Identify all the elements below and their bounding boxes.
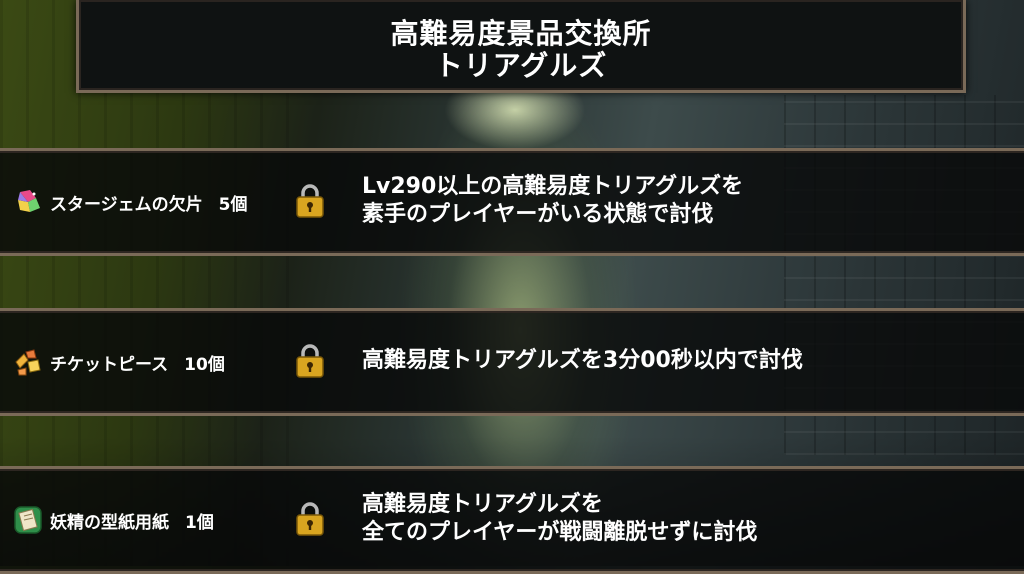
ticket-piece-icon (15, 349, 41, 376)
reward-count: 1個 (185, 512, 214, 533)
reward-row[interactable]: 妖精の型紙用紙 1個 高難易度トリアグルズを 全てのプレイヤーが戦闘離脱せずに討… (0, 466, 1024, 574)
reward-label: チケットピース 10個 (14, 347, 225, 377)
fairy-pattern-paper-icon (14, 506, 42, 534)
reward-name: スタージェムの欠片 (50, 194, 203, 215)
star-gem-shard-icon (18, 190, 40, 212)
condition-line: 高難易度トリアグルズを3分00秒以内で討伐 (362, 348, 803, 373)
header-plaque: 高難易度景品交換所 トリアグルズ (76, 0, 966, 93)
condition-line: 高難易度トリアグルズを (362, 492, 603, 517)
lock-icon (296, 502, 324, 536)
reward-name: チケットピース (50, 354, 169, 375)
reward-count: 5個 (218, 194, 248, 215)
lock-icon (296, 184, 324, 218)
reward-label: 妖精の型紙用紙 1個 (14, 505, 214, 535)
unlock-condition: 高難易度トリアグルズを3分00秒以内で討伐 (362, 347, 1002, 375)
page-subtitle: トリアグルズ (434, 49, 608, 82)
condition-line: 素手のプレイヤーがいる状態で討伐 (362, 202, 714, 227)
reward-row[interactable]: チケットピース 10個 高難易度トリアグルズを3分00秒以内で討伐 (0, 308, 1024, 416)
reward-count: 10個 (184, 354, 225, 375)
reward-row[interactable]: スタージェムの欠片 5個 Lv290以上の高難易度トリアグルズを 素手のプレイヤ… (0, 148, 1024, 256)
condition-line: Lv290以上の高難易度トリアグルズを (362, 174, 744, 199)
lock-icon (296, 344, 324, 378)
unlock-condition: Lv290以上の高難易度トリアグルズを 素手のプレイヤーがいる状態で討伐 (362, 173, 1002, 229)
reward-label: スタージェムの欠片 5個 (14, 187, 248, 217)
condition-line: 全てのプレイヤーが戦闘離脱せずに討伐 (362, 520, 758, 545)
reward-name: 妖精の型紙用紙 (50, 512, 169, 533)
unlock-condition: 高難易度トリアグルズを 全てのプレイヤーが戦闘離脱せずに討伐 (362, 491, 1002, 547)
